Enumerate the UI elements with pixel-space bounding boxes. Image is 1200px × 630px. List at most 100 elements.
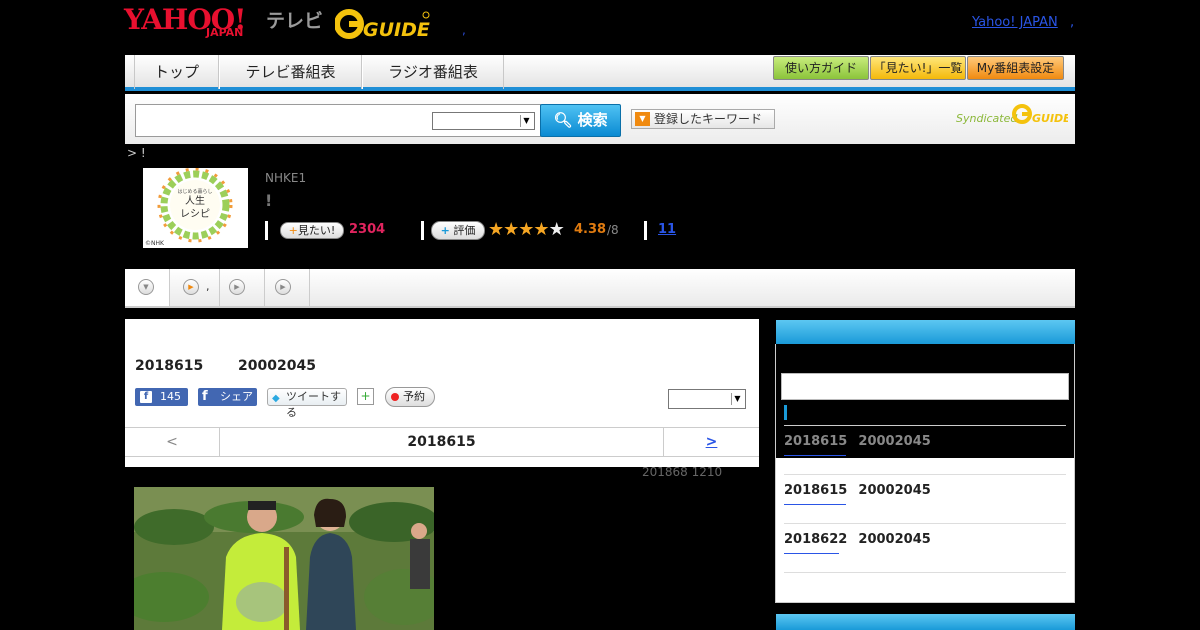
rating-max: /8	[607, 223, 619, 237]
pager-current-date: 2018615	[220, 428, 664, 456]
mitai-list-button[interactable]: 「見たい!」一覧	[870, 56, 966, 80]
search-button[interactable]: 🔍︎ 検索	[540, 104, 621, 137]
episode-link[interactable]	[784, 455, 846, 456]
syndicated-gguide-logo: GUIDE	[1012, 102, 1071, 126]
divider	[784, 523, 1066, 524]
program-subtabs: ▼ ▶ , ▶ ▶	[125, 269, 1075, 308]
facebook-icon: f	[140, 391, 152, 403]
episode-date: 2018622	[784, 532, 848, 547]
plus-icon: +	[440, 224, 450, 237]
chevron-down-icon: ▼	[731, 393, 743, 405]
pager-prev-button[interactable]: <	[125, 428, 220, 456]
twitter-bird-icon: ◆	[272, 393, 280, 404]
registered-keyword-button[interactable]: ▼ 登録したキーワード	[631, 109, 775, 129]
section-marker	[784, 405, 787, 420]
chevron-down-icon: ▼	[138, 279, 154, 295]
thumb-title-top: はじめる暮らし	[177, 188, 212, 195]
chevron-down-icon: ▼	[520, 115, 532, 127]
rate-button-label: 評価	[453, 224, 476, 237]
yahoo-japan-link[interactable]: Yahoo! JAPAN	[972, 15, 1058, 30]
mitai-button-label: 見たい!	[297, 224, 336, 237]
list-item[interactable]: 2018615 20002045	[784, 479, 1066, 524]
subtab-label: ,	[206, 280, 210, 293]
svg-text:人生: 人生	[185, 194, 205, 207]
facebook-share-button[interactable]: f シェア	[198, 388, 257, 406]
gguide-logo[interactable]: GUIDE	[334, 6, 431, 42]
subtab-broadcast[interactable]: ▼	[125, 269, 170, 306]
review-count-link[interactable]: 11	[658, 222, 676, 237]
rating-stars: ★★★★★	[488, 219, 565, 240]
chevron-down-icon: ▼	[635, 112, 650, 126]
search-icon: 🔍︎	[553, 111, 573, 129]
divider	[784, 474, 1066, 475]
episode-link[interactable]	[784, 504, 846, 505]
play-icon: ▶	[229, 279, 245, 295]
episode-date: 2018615	[784, 434, 848, 449]
program-photo	[134, 487, 434, 630]
facebook-share-label: シェア	[220, 390, 253, 403]
plus-icon: +	[288, 224, 298, 237]
divider	[784, 572, 1066, 573]
divider	[644, 221, 647, 240]
star-icon: ★	[533, 219, 549, 240]
facebook-like-count: 145	[160, 390, 181, 403]
share-select[interactable]: ▼	[668, 389, 746, 409]
list-item[interactable]: 2018622 20002045	[784, 528, 1066, 573]
air-date: 2018615	[135, 358, 204, 374]
channel-name: NHKE1	[265, 171, 307, 185]
reserve-button[interactable]: 予約	[385, 387, 435, 407]
sidebar-header	[776, 320, 1075, 344]
facebook-like-button[interactable]: f 145	[135, 388, 188, 406]
search-category-select[interactable]: ▼	[432, 112, 535, 130]
divider	[421, 221, 424, 240]
svg-text:レシピ: レシピ	[180, 208, 210, 220]
syndicated-label: Syndicated	[956, 112, 1018, 125]
program-title: !	[265, 191, 273, 210]
reserve-label: 予約	[403, 390, 425, 403]
episode-time: 20002045	[858, 532, 931, 547]
episode-time: 20002045	[858, 434, 931, 449]
pager-next-button[interactable]: >	[664, 428, 759, 456]
play-icon: ▶	[183, 279, 199, 295]
star-icon: ★	[518, 219, 534, 240]
episode-date: 2018615	[784, 483, 848, 498]
episode-time: 20002045	[858, 483, 931, 498]
breadcrumb[interactable]: > !	[127, 146, 146, 160]
tweet-button[interactable]: ◆ ツイートする	[267, 388, 347, 419]
air-time: 20002045	[238, 358, 316, 374]
tab-tv-schedule[interactable]: テレビ番組表	[219, 55, 362, 89]
play-icon: ▶	[275, 279, 291, 295]
tv-logo-text[interactable]: テレビ	[266, 6, 323, 33]
program-thumbnail: はじめる暮らし 人生 レシピ ©NHK	[143, 167, 248, 248]
header-separator: ,	[462, 23, 466, 37]
tab-top[interactable]: トップ	[134, 55, 219, 89]
record-dot-icon	[391, 393, 399, 401]
search-button-label: 検索	[577, 111, 608, 129]
sidebar-header	[776, 614, 1075, 630]
episode-link[interactable]	[784, 553, 839, 554]
star-icon: ★	[488, 219, 504, 240]
sidebar-search-input[interactable]	[781, 373, 1069, 400]
updated-timestamp: 201868 1210	[642, 465, 723, 479]
tab-radio-schedule[interactable]: ラジオ番組表	[362, 55, 504, 89]
yahoo-japan-logo-sub: JAPAN	[206, 26, 244, 39]
star-icon: ★	[548, 219, 565, 240]
add-calendar-icon[interactable]: +	[357, 388, 374, 405]
facebook-icon: f	[202, 389, 208, 404]
list-item[interactable]: 2018615 20002045	[784, 430, 1066, 475]
subtab-3[interactable]: ▶	[220, 269, 265, 306]
divider	[265, 221, 268, 240]
rate-button[interactable]: + 評価	[431, 221, 485, 240]
mitai-count: 2304	[349, 222, 386, 237]
svg-text:GUIDE: GUIDE	[363, 19, 430, 41]
header-separator: ,	[1070, 15, 1075, 30]
subtab-4[interactable]: ▶	[265, 269, 310, 306]
divider	[784, 425, 1066, 426]
guide-button[interactable]: 使い方ガイド	[773, 56, 869, 80]
svg-text:GUIDE: GUIDE	[1032, 112, 1068, 125]
registered-keyword-label: 登録したキーワード	[654, 112, 763, 126]
rating-value: 4.38	[574, 222, 607, 237]
mitai-button[interactable]: +見たい!	[280, 222, 344, 239]
subtab-2[interactable]: ▶ ,	[170, 269, 220, 306]
my-schedule-button[interactable]: My番組表設定	[967, 56, 1064, 80]
